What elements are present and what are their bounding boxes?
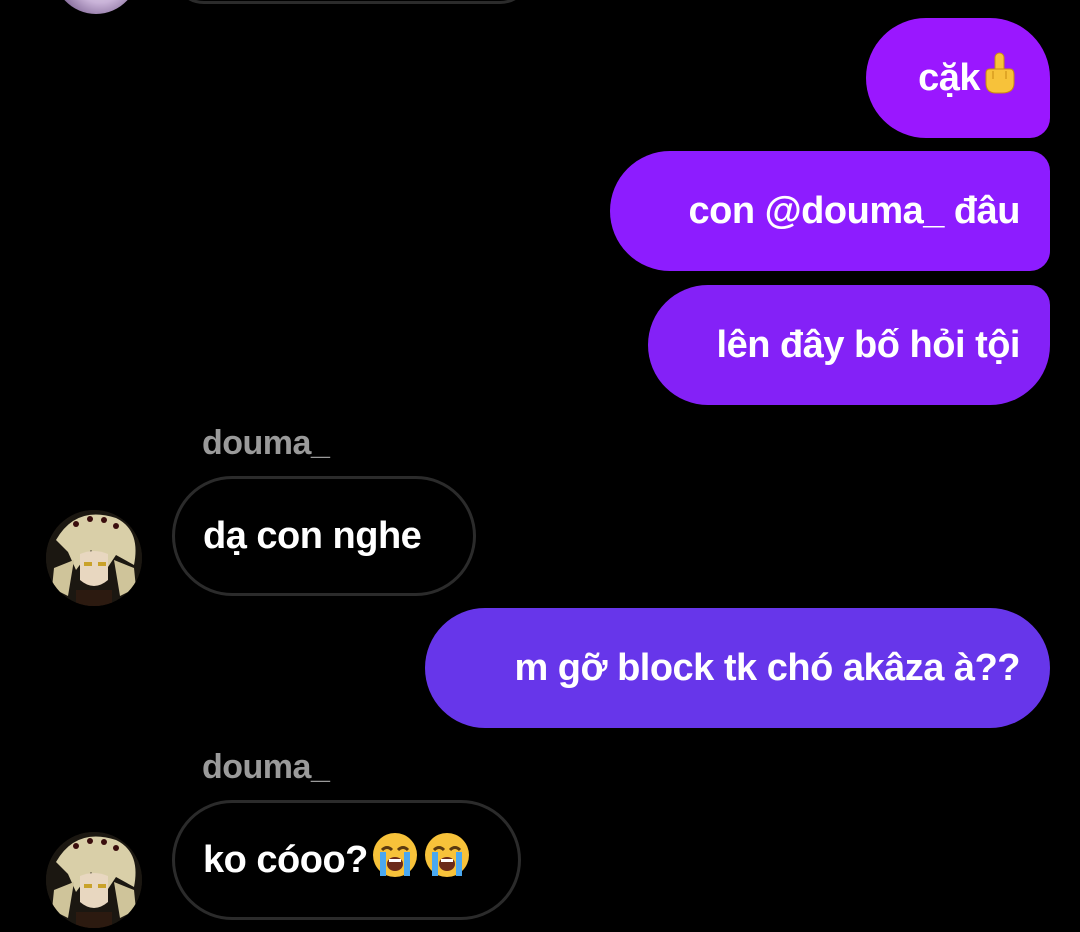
message-bubble-outgoing[interactable]: lên đây bố hỏi tội (648, 285, 1050, 405)
message-bubble-outgoing[interactable]: cặk (866, 18, 1050, 138)
sender-name: douma_ (202, 748, 330, 786)
message-text: cặk (918, 56, 980, 99)
message-bubble-outgoing[interactable]: con @douma_ đâu (610, 151, 1050, 271)
message-text: lên đây bố hỏi tội (716, 323, 1021, 366)
message-bubble-incoming[interactable]: dạ con nghe (172, 476, 476, 596)
avatar[interactable] (46, 832, 142, 928)
sender-name: douma_ (202, 424, 330, 462)
message-bubble-incoming[interactable]: ko cóoo? (172, 800, 521, 920)
middle-finger-emoji-icon (982, 51, 1016, 105)
avatar[interactable] (46, 510, 142, 606)
chat-thread: cặk con @douma_ đâu lên đây bố hỏi tội d… (0, 0, 1080, 932)
loudly-crying-face-emoji-icon (422, 830, 472, 890)
message-bubble-incoming[interactable] (172, 0, 532, 4)
avatar[interactable] (52, 0, 140, 14)
message-bubble-outgoing[interactable]: m gỡ block tk chó akâza à?? (425, 608, 1050, 728)
message-text: con @douma_ đâu (688, 189, 1021, 232)
message-text: ko cóoo? (203, 838, 368, 881)
loudly-crying-face-emoji-icon (370, 830, 420, 890)
message-text: m gỡ block tk chó akâza à?? (514, 646, 1020, 689)
message-text: dạ con nghe (203, 514, 422, 557)
